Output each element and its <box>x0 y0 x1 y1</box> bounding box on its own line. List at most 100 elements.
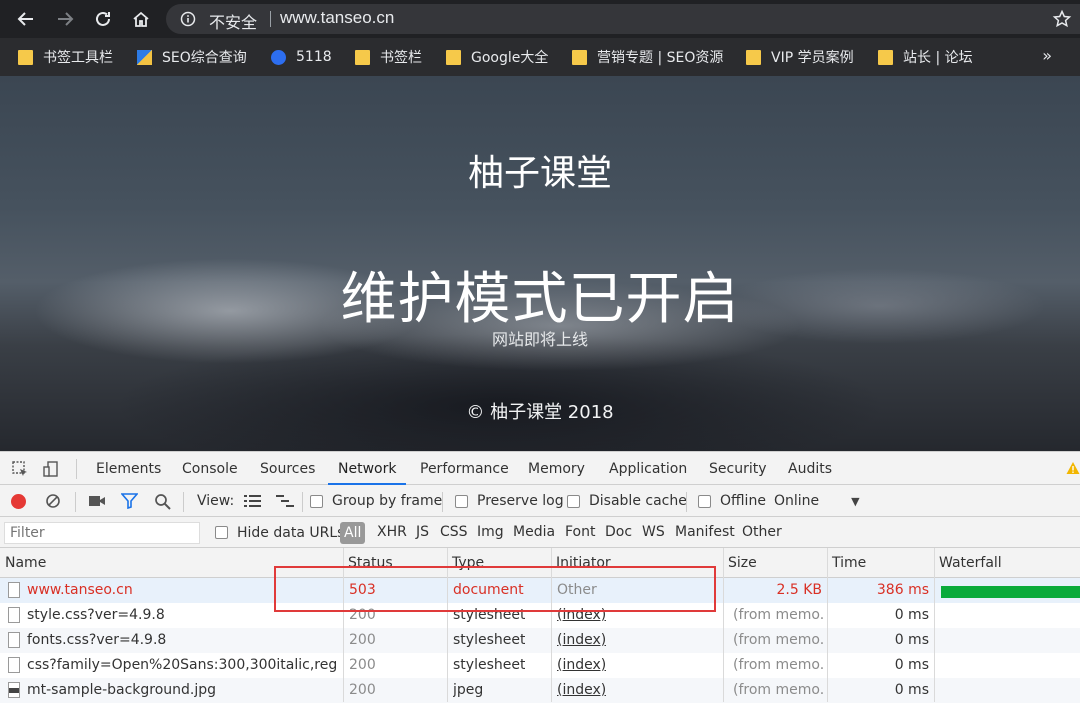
preserve-log-checkbox[interactable]: Preserve log <box>455 485 564 517</box>
tab-sources[interactable]: Sources <box>260 452 315 485</box>
search-icon <box>155 493 171 510</box>
request-type: stylesheet <box>453 632 526 648</box>
checkbox-box <box>215 526 228 539</box>
filter-type-media[interactable]: Media <box>513 517 555 548</box>
bookmark-item[interactable]: 书签工具栏 <box>18 38 113 76</box>
devtools-tab-bar: Elements Console Sources Network Perform… <box>0 451 1080 485</box>
tab-application[interactable]: Application <box>609 452 687 485</box>
url-text[interactable]: www.tanseo.cn <box>280 8 394 28</box>
star-icon[interactable] <box>1052 9 1072 29</box>
request-status: 503 <box>349 582 376 598</box>
column-divider[interactable] <box>343 548 344 702</box>
reload-icon[interactable] <box>91 7 115 31</box>
back-icon[interactable] <box>14 7 38 31</box>
screenshot-button[interactable] <box>88 485 106 517</box>
checkbox-label: Offline <box>720 493 766 509</box>
bookmark-label: 书签工具栏 <box>43 50 113 66</box>
tab-network[interactable]: Network <box>328 452 407 485</box>
device-toolbar-icon[interactable] <box>42 460 60 478</box>
filter-type-other[interactable]: Other <box>742 517 782 548</box>
more-bookmarks-button[interactable]: » <box>1042 46 1052 65</box>
column-header-size[interactable]: Size <box>723 548 827 578</box>
column-header-initiator[interactable]: Initiator <box>551 548 723 578</box>
table-row[interactable]: www.tanseo.cn 503 document Other 2.5 KB … <box>0 578 1080 603</box>
column-header-waterfall[interactable]: Waterfall <box>934 548 1080 578</box>
filter-toggle-button[interactable] <box>121 485 138 517</box>
request-initiator[interactable]: (index) <box>557 653 606 678</box>
address-separator <box>270 11 271 27</box>
search-button[interactable] <box>154 485 171 517</box>
filter-type-img[interactable]: Img <box>477 517 504 548</box>
checkbox-label: Hide data URLs <box>237 524 345 541</box>
network-toolbar: View: Group by frame Preserve log Disabl… <box>0 485 1080 517</box>
filter-type-xhr[interactable]: XHR <box>377 517 407 548</box>
column-header-type[interactable]: Type <box>447 548 551 578</box>
table-row[interactable]: fonts.css?ver=4.9.8 200 stylesheet (inde… <box>0 628 1080 653</box>
toolbar-divider <box>442 492 443 512</box>
checkbox-label: Group by frame <box>332 493 443 509</box>
filter-bar: Hide data URLs All XHR JS CSS Img Media … <box>0 517 1080 548</box>
table-row[interactable]: css?family=Open%20Sans:300,300italic,reg… <box>0 653 1080 678</box>
column-divider[interactable] <box>934 548 935 702</box>
overview-button[interactable] <box>276 485 294 517</box>
bookmark-item[interactable]: SEO综合查询 <box>137 38 247 76</box>
bookmark-item[interactable]: Google大全 <box>446 38 548 76</box>
bookmark-item[interactable]: 书签栏 <box>355 38 422 76</box>
clear-icon <box>46 494 60 508</box>
bookmark-item[interactable]: 站长 | 论坛 <box>878 38 973 76</box>
filter-input[interactable] <box>4 522 200 544</box>
column-header-time[interactable]: Time <box>827 548 934 578</box>
table-row[interactable]: style.css?ver=4.9.8 200 stylesheet (inde… <box>0 603 1080 628</box>
request-initiator[interactable]: (index) <box>557 628 606 653</box>
bookmark-label: 书签栏 <box>380 50 422 66</box>
tab-console[interactable]: Console <box>182 452 238 485</box>
filter-type-js[interactable]: JS <box>416 517 429 548</box>
hide-data-urls-checkbox[interactable]: Hide data URLs <box>215 517 344 548</box>
column-divider[interactable] <box>723 548 724 702</box>
insecure-label: 不安全 <box>209 13 258 32</box>
filter-type-doc[interactable]: Doc <box>605 517 632 548</box>
column-divider[interactable] <box>827 548 828 702</box>
request-size: (from memo... <box>733 607 823 623</box>
group-by-frame-checkbox[interactable]: Group by frame <box>310 485 442 517</box>
record-button[interactable] <box>11 485 26 517</box>
info-icon[interactable] <box>180 11 196 27</box>
inspect-icon[interactable] <box>11 460 29 478</box>
column-header-name[interactable]: Name <box>0 548 343 578</box>
bookmark-item[interactable]: VIP 学员案例 <box>746 38 854 76</box>
column-divider[interactable] <box>551 548 552 702</box>
filter-type-css[interactable]: CSS <box>440 517 468 548</box>
column-divider[interactable] <box>447 548 448 702</box>
toolbar-divider <box>76 459 77 479</box>
home-icon[interactable] <box>129 7 153 31</box>
site-name: 柚子课堂 <box>467 153 612 194</box>
request-initiator[interactable]: (index) <box>557 678 606 703</box>
filter-type-manifest[interactable]: Manifest <box>675 517 735 548</box>
tab-performance[interactable]: Performance <box>420 452 509 485</box>
request-type: jpeg <box>453 682 484 698</box>
offline-checkbox[interactable]: Offline <box>698 485 766 517</box>
throttling-select[interactable]: Online ▼ <box>774 485 860 517</box>
table-row[interactable]: mt-sample-background.jpg 200 jpeg (index… <box>0 678 1080 703</box>
column-header-status[interactable]: Status <box>343 548 447 578</box>
filter-type-ws[interactable]: WS <box>642 517 665 548</box>
request-initiator[interactable]: (index) <box>557 603 606 628</box>
filter-type-all[interactable]: All <box>340 522 366 544</box>
filter-type-font[interactable]: Font <box>565 517 595 548</box>
bookmark-item[interactable]: 5118 <box>271 38 332 76</box>
clear-button[interactable] <box>45 485 61 517</box>
tab-memory[interactable]: Memory <box>528 452 585 485</box>
address-bar[interactable]: 不安全 www.tanseo.cn <box>166 4 1080 34</box>
disable-cache-checkbox[interactable]: Disable cache <box>567 485 687 517</box>
large-rows-button[interactable] <box>244 485 261 517</box>
checkbox-label: Disable cache <box>589 493 687 509</box>
waterfall-bar <box>941 586 1080 598</box>
bookmark-label: 站长 | 论坛 <box>903 50 973 66</box>
tab-audits[interactable]: Audits <box>788 452 832 485</box>
forward-icon[interactable] <box>53 7 77 31</box>
tab-elements[interactable]: Elements <box>96 452 161 485</box>
tab-security[interactable]: Security <box>709 452 767 485</box>
checkbox-box <box>310 494 323 508</box>
bookmark-item[interactable]: 营销专题 | SEO资源 <box>572 38 723 76</box>
warning-icon[interactable] <box>1066 461 1080 475</box>
